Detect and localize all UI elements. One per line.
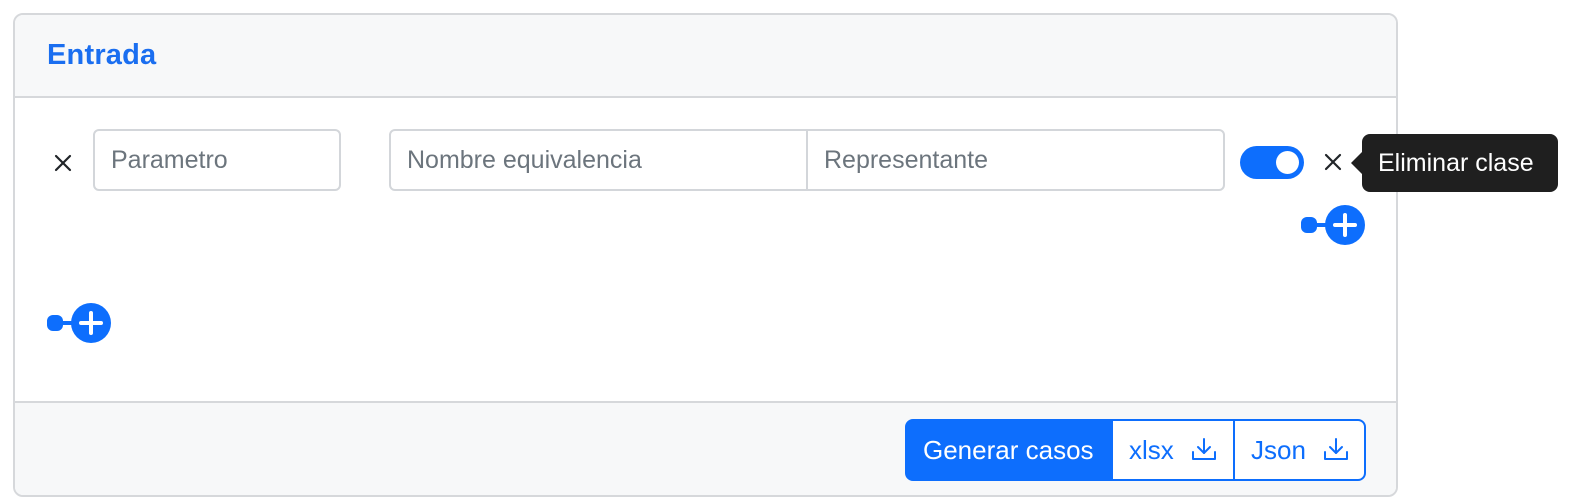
equivalence-name-input[interactable]: [389, 129, 808, 191]
xlsx-label: xlsx: [1129, 434, 1174, 465]
toggle-knob: [1276, 151, 1299, 174]
parameter-input[interactable]: [93, 129, 341, 191]
card-title: Entrada: [47, 39, 157, 71]
remove-class-tooltip: Eliminar clase: [1362, 134, 1558, 192]
card-header: Entrada: [15, 15, 1396, 98]
card-footer: Generar casos xlsx Json: [15, 401, 1396, 495]
actions-button-group: Generar casos xlsx Json: [905, 419, 1366, 481]
download-xlsx-button[interactable]: xlsx: [1111, 419, 1235, 481]
download-icon: [1191, 438, 1216, 460]
download-json-button[interactable]: Json: [1233, 419, 1366, 481]
tooltip-arrow: [1351, 152, 1362, 174]
generate-cases-button[interactable]: Generar casos: [905, 419, 1113, 481]
json-label: Json: [1251, 434, 1306, 465]
plus-circle-icon: [1301, 205, 1365, 245]
download-icon: [1323, 438, 1348, 460]
class-toggle-switch[interactable]: [1240, 146, 1304, 179]
plus-circle-icon: [47, 303, 111, 343]
generate-cases-label: Generar casos: [923, 434, 1094, 465]
representative-input[interactable]: [806, 129, 1225, 191]
remove-class-button[interactable]: [1320, 149, 1346, 175]
close-icon: [54, 154, 72, 172]
close-icon: [1324, 153, 1342, 171]
remove-parameter-button[interactable]: [50, 150, 76, 176]
add-class-button[interactable]: [1299, 204, 1367, 246]
add-parameter-button[interactable]: [45, 302, 113, 344]
entrada-card: Entrada Parametro Nombre equivalencia Re…: [13, 13, 1398, 497]
